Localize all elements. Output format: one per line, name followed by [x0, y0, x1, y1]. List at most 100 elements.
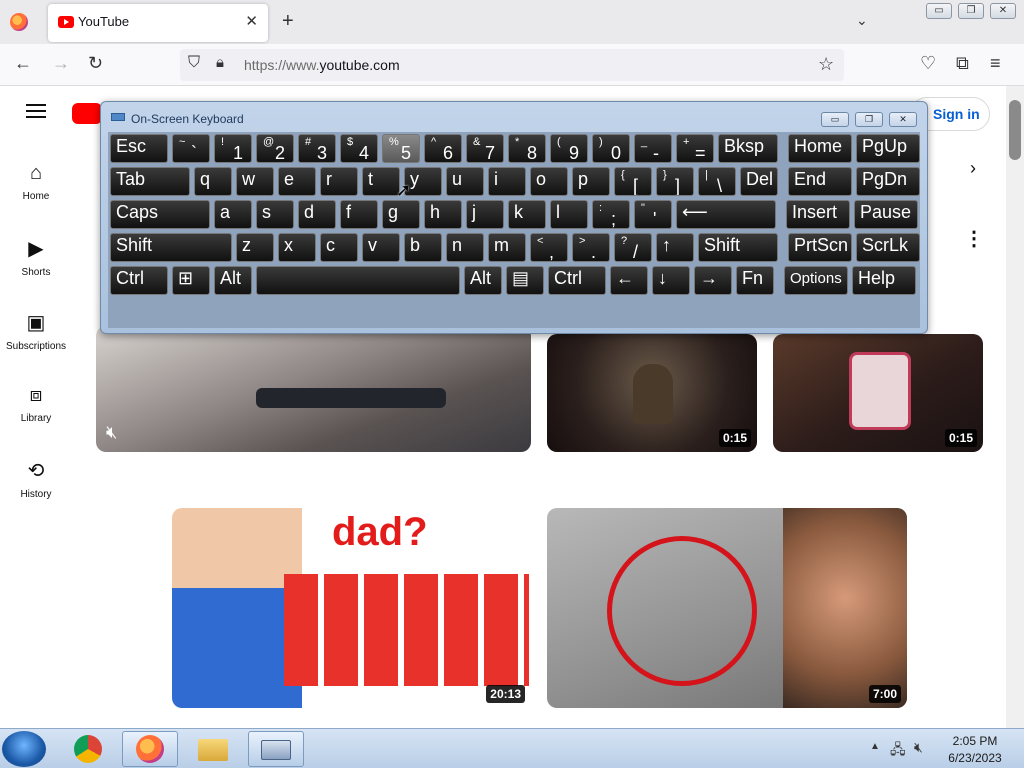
key-0[interactable]: ) 0	[592, 134, 630, 163]
start-button[interactable]	[2, 731, 46, 767]
sidebar-item-shorts[interactable]: ▶ Shorts	[0, 236, 72, 278]
key-u91[interactable]: {[	[614, 167, 652, 196]
key-u61[interactable]: + =	[676, 134, 714, 163]
video-thumbnail[interactable]: 0:15	[773, 334, 983, 452]
key-o[interactable]: o	[530, 167, 568, 196]
key-ctrl[interactable]: Ctrl	[548, 266, 606, 295]
key-u93[interactable]: }]	[656, 167, 694, 196]
key-p[interactable]: p	[572, 167, 610, 196]
osk-restore-button[interactable]: ❐	[855, 112, 883, 127]
shield-icon[interactable]: ⛉	[188, 54, 200, 72]
scrollbar-thumb[interactable]	[1009, 100, 1021, 160]
key-f[interactable]: f	[340, 200, 378, 229]
key-c[interactable]: c	[320, 233, 358, 262]
video-thumbnail[interactable]: 7:00	[547, 508, 907, 708]
key-7[interactable]: & 7	[466, 134, 504, 163]
muted-speaker-icon[interactable]: 🔇︎	[106, 422, 117, 443]
key-space[interactable]	[256, 266, 460, 295]
key-8[interactable]: * 8	[508, 134, 546, 163]
key-u8593[interactable]: ↑	[656, 233, 694, 262]
bookmark-star-icon[interactable]: ☆	[818, 54, 834, 75]
key-shift[interactable]: Shift	[110, 233, 232, 262]
key-9[interactable]: (9	[550, 134, 588, 163]
key-d[interactable]: d	[298, 200, 336, 229]
more-options-icon[interactable]: ⋮	[964, 226, 984, 251]
key-u9636[interactable]: ▤	[506, 266, 544, 295]
window-restore-button[interactable]: ❐	[958, 3, 984, 19]
key-u59[interactable]: :;	[592, 200, 630, 229]
key-alt[interactable]: Alt	[464, 266, 502, 295]
key-u96[interactable]: ~ `	[172, 134, 210, 163]
key-i[interactable]: i	[488, 167, 526, 196]
key-2[interactable]: @2	[256, 134, 294, 163]
window-close-button[interactable]: ✕	[990, 3, 1016, 19]
firefox-menu-icon[interactable]	[10, 13, 28, 31]
key-w[interactable]: w	[236, 167, 274, 196]
key-v[interactable]: v	[362, 233, 400, 262]
key-u8592[interactable]: ←	[610, 266, 648, 295]
key-shift[interactable]: Shift	[698, 233, 778, 262]
key-u8862[interactable]: ⊞	[172, 266, 210, 295]
key-u39[interactable]: " '	[634, 200, 672, 229]
key-pgdn[interactable]: PgDn	[856, 167, 920, 196]
key-6[interactable]: ^ 6	[424, 134, 462, 163]
key-q[interactable]: q	[194, 167, 232, 196]
key-k[interactable]: k	[508, 200, 546, 229]
key-u8595[interactable]: ↓	[652, 266, 690, 295]
key-home[interactable]: Home	[788, 134, 852, 163]
key-1[interactable]: ! 1	[214, 134, 252, 163]
sidebar-item-home[interactable]: ⌂ Home	[0, 162, 72, 202]
key-r[interactable]: r	[320, 167, 358, 196]
key-help[interactable]: Help	[852, 266, 916, 295]
key-b[interactable]: b	[404, 233, 442, 262]
network-icon[interactable]: 🖧	[890, 739, 906, 763]
key-h[interactable]: h	[424, 200, 462, 229]
lock-icon[interactable]: 🔒︎	[216, 54, 224, 71]
hamburger-menu-icon[interactable]	[26, 104, 46, 118]
reload-icon[interactable]: ↻	[88, 53, 103, 74]
key-s[interactable]: s	[256, 200, 294, 229]
video-thumbnail[interactable]: dad? 20:13	[172, 508, 531, 708]
key-del[interactable]: Del	[740, 167, 778, 196]
clock-time[interactable]: 2:05 PM	[950, 734, 1000, 748]
key-ctrl[interactable]: Ctrl	[110, 266, 168, 295]
taskbar-chrome[interactable]	[62, 731, 118, 767]
sidebar-item-library[interactable]: ⧈ Library	[0, 384, 72, 424]
video-thumbnail[interactable]: 0:15	[547, 334, 757, 452]
window-minimize-button[interactable]: ▭	[926, 3, 952, 19]
tab-close-icon[interactable]: ✕	[245, 12, 258, 30]
new-tab-button[interactable]: +	[282, 10, 294, 33]
key-5[interactable]: % 5	[382, 134, 420, 163]
url-bar[interactable]: ⛉ 🔒︎ https://www.youtube.com ☆	[180, 49, 844, 81]
volume-muted-icon[interactable]: 🔇︎	[914, 739, 923, 756]
show-hidden-icons-icon[interactable]: ▲	[870, 741, 880, 752]
key-u45[interactable]: _ -	[634, 134, 672, 163]
key-pgup[interactable]: PgUp	[856, 134, 920, 163]
taskbar-firefox[interactable]	[122, 731, 178, 767]
key-options[interactable]: Options	[784, 266, 848, 295]
key-u8594[interactable]: →	[694, 266, 732, 295]
key-u44[interactable]: <,	[530, 233, 568, 262]
key-fn[interactable]: Fn	[736, 266, 774, 295]
key-u10229[interactable]: ⟵	[676, 200, 776, 229]
key-e[interactable]: e	[278, 167, 316, 196]
key-insert[interactable]: Insert	[786, 200, 850, 229]
osk-close-button[interactable]: ✕	[889, 112, 917, 127]
osk-titlebar[interactable]: On-Screen Keyboard ▭ ❐ ✕	[101, 102, 927, 132]
chevron-right-icon[interactable]: ›	[970, 158, 976, 179]
page-scrollbar[interactable]	[1006, 86, 1024, 728]
key-scrlk[interactable]: ScrLk	[856, 233, 920, 262]
key-a[interactable]: a	[214, 200, 252, 229]
key-g[interactable]: g	[382, 200, 420, 229]
app-menu-icon[interactable]: ≡	[990, 53, 1001, 74]
video-thumbnail[interactable]: 🔇︎	[96, 326, 531, 452]
key-end[interactable]: End	[788, 167, 852, 196]
tab-youtube[interactable]: YouTube ✕	[48, 4, 268, 42]
key-z[interactable]: z	[236, 233, 274, 262]
key-tab[interactable]: Tab	[110, 167, 190, 196]
sidebar-item-subscriptions[interactable]: ▣ Subscriptions	[0, 310, 72, 352]
key-bksp[interactable]: Bksp	[718, 134, 778, 163]
key-l[interactable]: l	[550, 200, 588, 229]
key-u[interactable]: u	[446, 167, 484, 196]
key-alt[interactable]: Alt	[214, 266, 252, 295]
